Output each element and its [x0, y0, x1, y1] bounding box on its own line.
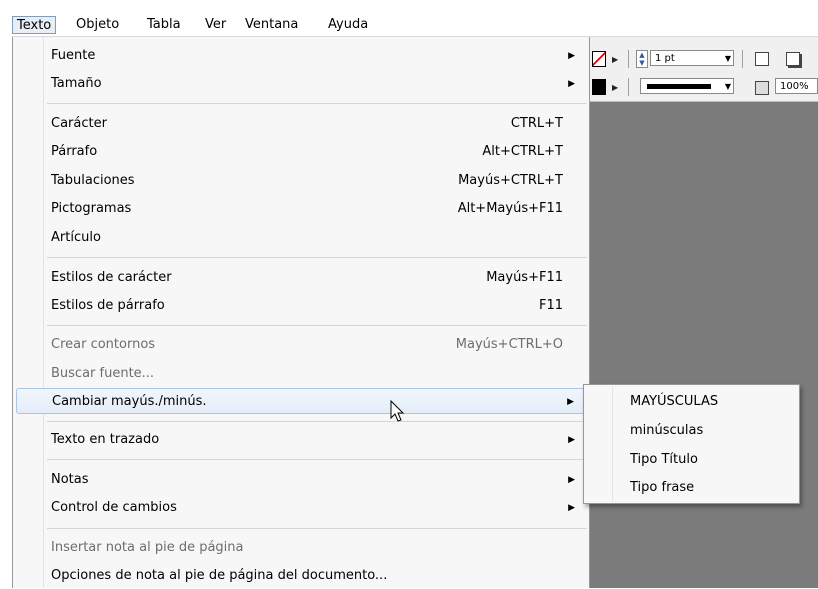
menu-item-buscar-fuente[interactable]: Buscar fuente...: [13, 361, 589, 387]
cambiar-mayus-submenu: MAYÚSCULAS minúsculas Tipo Título Tipo f…: [583, 384, 800, 504]
menubar-item-texto[interactable]: Texto: [12, 16, 57, 34]
menu-item-label: Pictogramas: [51, 201, 132, 216]
submenu-item-tipo-titulo[interactable]: Tipo Título: [630, 447, 698, 473]
menu-item-cambiar-mayus-minus[interactable]: Cambiar mayús./minús. ▶: [16, 388, 586, 414]
menu-item-shortcut: Alt+CTRL+T: [482, 144, 563, 159]
stroke-none-swatch-icon[interactable]: [592, 51, 606, 67]
chevron-down-icon: ▼: [724, 54, 731, 63]
menu-item-crear-contornos[interactable]: Crear contornos Mayús+CTRL+O: [13, 332, 589, 358]
submenu-item-tipo-frase[interactable]: Tipo frase: [630, 475, 694, 501]
document-canvas: [590, 102, 818, 588]
menu-item-label: Tamaño: [51, 76, 102, 91]
menu-item-pictogramas[interactable]: Pictogramas Alt+Mayús+F11: [13, 196, 589, 222]
menu-item-shortcut: Mayús+F11: [486, 270, 563, 285]
submenu-arrow-icon: ▶: [568, 503, 575, 513]
menu-item-tabulaciones[interactable]: Tabulaciones Mayús+CTRL+T: [13, 168, 589, 194]
frame-fitting-icon[interactable]: [755, 52, 769, 66]
fill-swatch-icon[interactable]: [592, 79, 606, 95]
submenu-item-minusculas[interactable]: minúsculas: [630, 418, 703, 444]
menu-item-texto-en-trazado[interactable]: Texto en trazado ▶: [13, 427, 589, 453]
menu-item-tamano[interactable]: Tamaño ▶: [13, 71, 589, 97]
menu-separator: [47, 257, 587, 258]
toolbar-separator: [628, 50, 629, 68]
menu-item-caracter[interactable]: Carácter CTRL+T: [13, 111, 589, 137]
fill-menu-arrow-icon[interactable]: ▶: [612, 83, 618, 92]
menu-item-label: Tabulaciones: [51, 173, 135, 188]
menu-item-fuente[interactable]: Fuente ▶: [13, 43, 589, 69]
submenu-arrow-icon: ▶: [568, 79, 575, 89]
opacity-field[interactable]: 100%: [775, 78, 818, 94]
menu-separator: [47, 528, 587, 529]
menu-item-shortcut: Alt+Mayús+F11: [457, 201, 563, 216]
menu-item-label: Control de cambios: [51, 500, 177, 515]
menu-item-insertar-nota[interactable]: Insertar nota al pie de página: [13, 535, 589, 561]
menu-item-label: Estilos de párrafo: [51, 298, 165, 313]
menu-separator: [47, 325, 587, 326]
menu-item-opciones-nota[interactable]: Opciones de nota al pie de página del do…: [13, 563, 589, 589]
stroke-weight-spinner-icon[interactable]: ▲ ▼: [636, 50, 648, 68]
mouse-pointer-icon: [390, 400, 405, 422]
menu-item-label: Cambiar mayús./minús.: [52, 394, 207, 409]
menu-item-estilos-caracter[interactable]: Estilos de carácter Mayús+F11: [13, 265, 589, 291]
menu-item-parrafo[interactable]: Párrafo Alt+CTRL+T: [13, 139, 589, 165]
menu-item-label: Buscar fuente...: [51, 366, 155, 381]
menu-item-notas[interactable]: Notas ▶: [13, 467, 589, 493]
menu-item-label: Notas: [51, 472, 89, 487]
menubar-item-tabla[interactable]: Tabla: [143, 16, 185, 34]
menu-item-label: Texto en trazado: [51, 432, 160, 447]
menu-separator: [47, 421, 587, 422]
menu-item-label: Párrafo: [51, 144, 98, 159]
submenu-icon-gutter: [612, 387, 613, 501]
opacity-icon[interactable]: [755, 81, 769, 95]
menubar-item-ayuda[interactable]: Ayuda: [324, 16, 372, 34]
toolbar-separator: [628, 78, 629, 96]
submenu-arrow-icon: ▶: [567, 397, 574, 407]
menu-item-control-de-cambios[interactable]: Control de cambios ▶: [13, 495, 589, 521]
submenu-arrow-icon: ▶: [568, 475, 575, 485]
control-toolbar: ▶ ▶ ▲ ▼ 1 pt ▼ ▼ 100%: [590, 37, 818, 102]
menu-item-label: Estilos de carácter: [51, 270, 172, 285]
menu-separator: [47, 103, 587, 104]
menu-item-label: Artículo: [51, 230, 101, 245]
menu-item-shortcut: CTRL+T: [510, 116, 563, 131]
menu-item-label: Carácter: [51, 116, 107, 131]
stroke-weight-combo[interactable]: 1 pt ▼: [650, 50, 734, 66]
menubar-item-ventana[interactable]: Ventana: [241, 16, 302, 34]
menu-item-articulo[interactable]: Artículo: [13, 225, 589, 251]
stroke-weight-value: 1 pt: [655, 53, 675, 64]
drop-shadow-icon[interactable]: [786, 52, 800, 66]
menu-bar: Texto Objeto Tabla Ver Ventana Ayuda: [12, 14, 818, 37]
menu-separator: [47, 459, 587, 460]
menu-item-shortcut: Mayús+CTRL+O: [455, 337, 563, 352]
menu-item-shortcut: Mayús+CTRL+T: [458, 173, 563, 188]
toolbar-separator: [742, 50, 743, 68]
stroke-line-sample: [647, 84, 711, 89]
chevron-down-icon: ▼: [724, 82, 731, 91]
submenu-item-mayusculas[interactable]: MAYÚSCULAS: [630, 389, 718, 415]
menu-item-estilos-parrafo[interactable]: Estilos de párrafo F11: [13, 293, 589, 319]
menu-item-label: Insertar nota al pie de página: [51, 540, 244, 555]
menu-item-label: Opciones de nota al pie de página del do…: [51, 568, 388, 583]
submenu-arrow-icon: ▶: [568, 51, 575, 61]
menu-item-label: Fuente: [51, 48, 96, 63]
menubar-item-objeto[interactable]: Objeto: [72, 16, 123, 34]
menubar-item-ver[interactable]: Ver: [201, 16, 230, 34]
submenu-arrow-icon: ▶: [568, 435, 575, 445]
stroke-type-combo[interactable]: ▼: [640, 78, 734, 94]
texto-menu: Fuente ▶ Tamaño ▶ Carácter CTRL+T Párraf…: [12, 37, 590, 588]
menu-item-label: Crear contornos: [51, 337, 156, 352]
opacity-value: 100%: [780, 81, 809, 92]
swatch-menu-arrow-icon[interactable]: ▶: [612, 55, 618, 64]
menu-item-shortcut: F11: [538, 298, 563, 313]
